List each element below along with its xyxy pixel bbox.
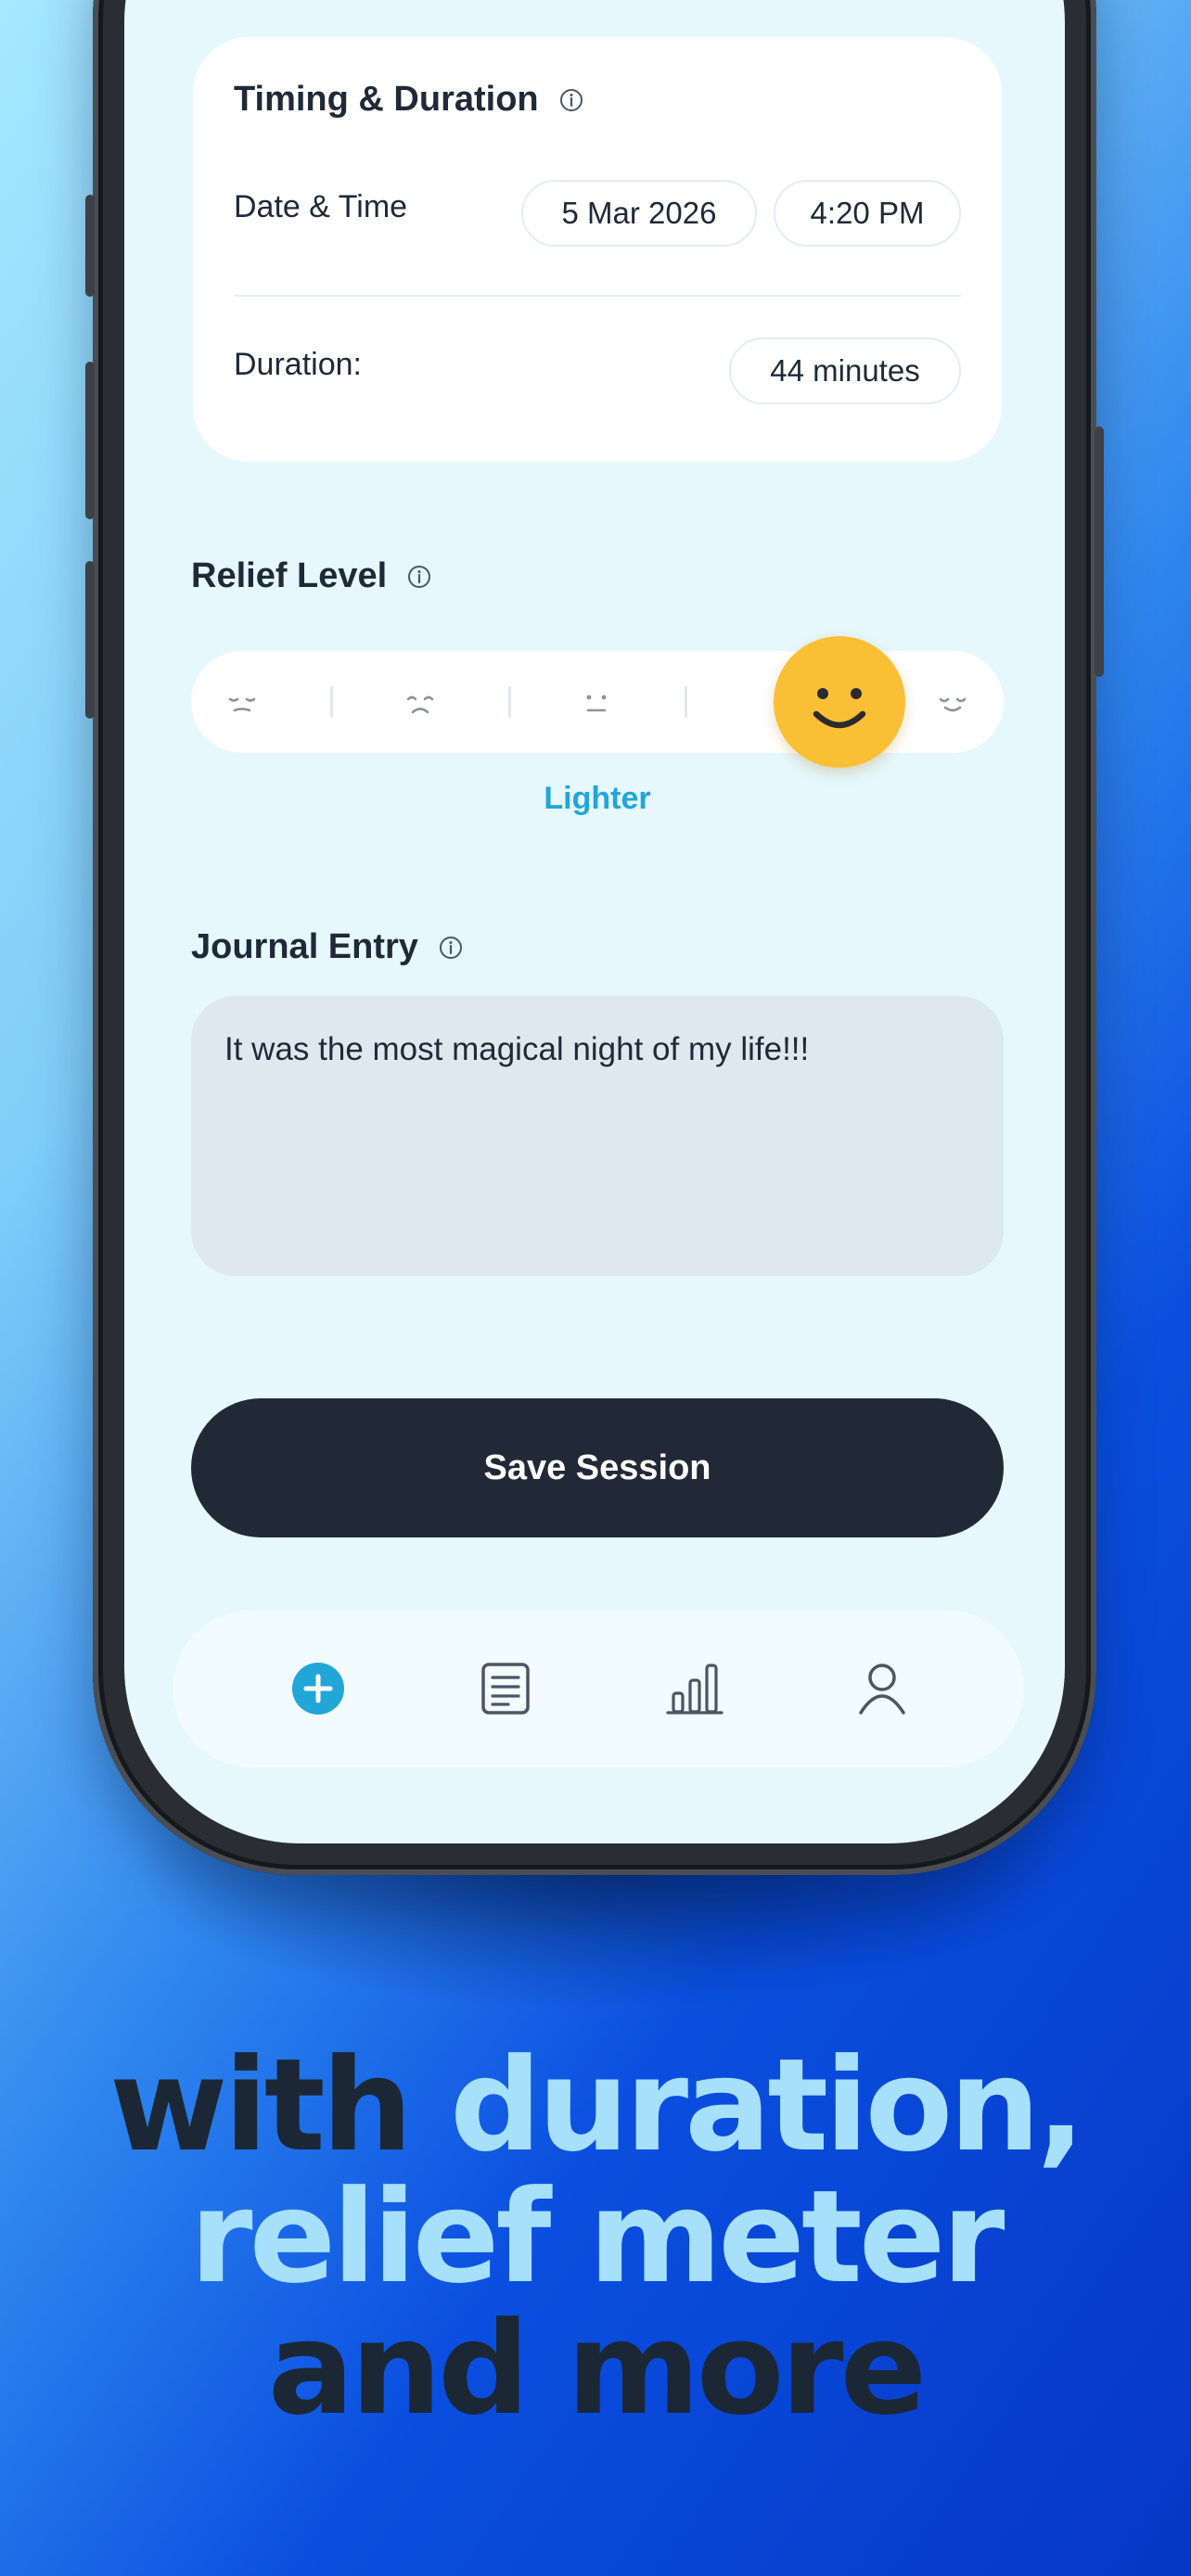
relief-title-text: Relief Level xyxy=(191,556,388,595)
headline-line-2: relief meter xyxy=(189,2162,1005,2312)
happy-closed-eyes-icon[interactable] xyxy=(929,679,976,725)
app-screen: Timing & Duration Date & Time 5 Mar 2026… xyxy=(124,0,1065,1843)
journal-title: Journal Entry xyxy=(191,927,463,967)
tab-journal[interactable] xyxy=(475,1658,536,1719)
plus-circle-icon xyxy=(292,1663,344,1715)
journal-title-text: Journal Entry xyxy=(191,927,418,966)
slider-tick xyxy=(508,686,511,718)
marketing-headline: with duration, relief meter and more xyxy=(0,2040,1191,2435)
relief-selected-label: Lighter xyxy=(544,781,651,816)
headline-line-3: and more xyxy=(267,2294,927,2443)
tab-profile[interactable] xyxy=(852,1658,913,1719)
relief-title: Relief Level xyxy=(191,556,431,596)
frown-icon[interactable] xyxy=(397,679,443,725)
profile-icon xyxy=(859,1664,905,1715)
duration-label: Duration: xyxy=(234,347,362,382)
neutral-face-icon[interactable] xyxy=(573,679,620,725)
bottom-tab-bar xyxy=(173,1610,1024,1767)
phone-frame: Timing & Duration Date & Time 5 Mar 2026… xyxy=(85,0,1104,1875)
date-time-label: Date & Time xyxy=(234,189,408,224)
mute-switch xyxy=(85,195,95,297)
tab-add-session[interactable] xyxy=(288,1658,349,1719)
info-icon[interactable] xyxy=(407,565,431,589)
card-divider xyxy=(234,295,961,297)
tab-stats[interactable] xyxy=(664,1658,725,1719)
headline-line-1: with duration, xyxy=(0,2040,1191,2172)
info-icon[interactable] xyxy=(559,88,583,112)
journal-textarea[interactable]: It was the most magical night of my life… xyxy=(191,996,1004,1276)
headline-word-dark: with xyxy=(109,2031,413,2180)
journal-icon xyxy=(481,1663,530,1715)
timing-title-text: Timing & Duration xyxy=(234,80,539,119)
smile-face-icon xyxy=(813,688,866,729)
relief-slider[interactable] xyxy=(191,636,1004,768)
timing-title: Timing & Duration xyxy=(234,80,583,120)
power-button xyxy=(1095,427,1104,677)
save-session-button[interactable]: Save Session xyxy=(191,1398,1004,1537)
date-picker[interactable]: 5 Mar 2026 xyxy=(521,180,757,247)
relief-slider-knob[interactable] xyxy=(774,636,905,768)
volume-down-button xyxy=(85,561,95,719)
duration-picker[interactable]: 44 minutes xyxy=(729,338,961,404)
slider-tick xyxy=(330,686,333,718)
volume-up-button xyxy=(85,362,95,519)
bar-chart-icon xyxy=(666,1664,724,1715)
headline-word-light: duration, xyxy=(450,2031,1085,2180)
sad-closed-eyes-icon[interactable] xyxy=(219,679,265,725)
info-icon[interactable] xyxy=(439,936,463,960)
timing-card: Timing & Duration Date & Time 5 Mar 2026… xyxy=(193,37,1002,462)
time-picker[interactable]: 4:20 PM xyxy=(774,180,961,247)
slider-tick xyxy=(685,686,687,718)
